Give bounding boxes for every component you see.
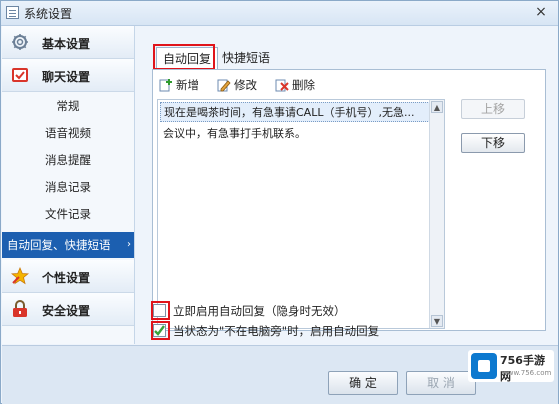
- cancel-button[interactable]: 取 消: [406, 371, 476, 395]
- highlight-box-tab: [153, 44, 215, 70]
- ok-button[interactable]: 确 定: [328, 371, 398, 395]
- tab-quick-phrases[interactable]: 快捷短语: [216, 47, 276, 69]
- star-icon: [11, 267, 29, 285]
- edit-label: 修改: [234, 78, 257, 92]
- window-title: 系统设置: [24, 7, 73, 21]
- close-button[interactable]: ×: [533, 4, 549, 20]
- sidebar-item-security[interactable]: 安全设置: [2, 293, 134, 326]
- edit-button[interactable]: 修改: [217, 76, 257, 94]
- sidebar-item-auto-reply[interactable]: 自动回复、快捷短语 ›: [2, 232, 134, 258]
- add-label: 新增: [176, 78, 199, 92]
- not-at-pc-label: 当状态为"不在电脑旁"时，启用自动回复: [173, 324, 380, 338]
- sidebar-item-general[interactable]: 常规: [2, 93, 134, 119]
- sidebar-item-personal[interactable]: 个性设置: [2, 260, 134, 293]
- highlight-box-checkbox-2: [151, 321, 170, 340]
- sidebar-chat-label: 聊天设置: [42, 70, 91, 84]
- settings-window: 系统设置 × 基本设置 聊天设置 常规 语音视频 消息提醒 消息记录 文件记录 …: [0, 0, 559, 404]
- sidebar-item-file-history[interactable]: 文件记录: [2, 201, 134, 227]
- move-up-button[interactable]: 上移: [461, 99, 525, 119]
- auto-reply-panel: 新增 修改 删除 现在是喝茶时间，有急事请CALL（手机号）,无急... 会议中…: [152, 69, 546, 331]
- sidebar-item-chat[interactable]: 聊天设置: [2, 59, 134, 92]
- chat-settings-icon: [12, 68, 28, 82]
- sidebar: 基本设置 聊天设置 常规 语音视频 消息提醒 消息记录 文件记录 自动回复、快捷…: [2, 26, 135, 344]
- scroll-down-icon[interactable]: ▼: [431, 315, 443, 327]
- main-panel: 自动回复 快捷短语 新增 修改 删除 现在是喝茶时间，有急事请CALL（手机号）…: [141, 26, 557, 344]
- reply-list[interactable]: 现在是喝茶时间，有急事请CALL（手机号）,无急... 会议中，有急事打手机联系…: [157, 99, 445, 329]
- watermark-url: www.756.com: [502, 369, 552, 377]
- list-scrollbar[interactable]: ▲ ▼: [429, 100, 444, 328]
- sidebar-personal-label: 个性设置: [42, 271, 91, 285]
- list-item[interactable]: 现在是喝茶时间，有急事请CALL（手机号）,无急...: [160, 102, 430, 122]
- scroll-up-icon[interactable]: ▲: [431, 101, 443, 113]
- sidebar-item-notifications[interactable]: 消息提醒: [2, 147, 134, 173]
- move-down-button[interactable]: 下移: [461, 133, 525, 153]
- edit-icon: [217, 79, 231, 92]
- list-item[interactable]: 会议中，有急事打手机联系。: [160, 124, 430, 144]
- chevron-right-icon: ›: [127, 239, 131, 250]
- enable-now-label: 立即启用自动回复（隐身时无效）: [173, 304, 346, 318]
- highlight-box-checkbox-1: [151, 301, 170, 320]
- sidebar-item-message-history[interactable]: 消息记录: [2, 174, 134, 200]
- sidebar-item-basic[interactable]: 基本设置: [2, 26, 134, 59]
- sidebar-security-label: 安全设置: [42, 304, 91, 318]
- watermark-logo-icon: [471, 353, 497, 379]
- sidebar-basic-label: 基本设置: [42, 37, 91, 51]
- add-icon: [159, 79, 172, 92]
- watermark-brand: 756手游网: [500, 354, 545, 383]
- delete-label: 删除: [292, 78, 315, 92]
- watermark: 756手游网 www.756.com: [468, 350, 554, 383]
- add-button[interactable]: 新增: [159, 76, 199, 94]
- sidebar-auto-reply-label: 自动回复、快捷短语: [7, 238, 111, 252]
- delete-icon: [275, 79, 289, 92]
- lock-icon: [13, 300, 27, 317]
- title-bar: 系统设置 ×: [1, 1, 558, 26]
- settings-window-icon: [6, 6, 19, 19]
- gear-icon: [12, 34, 28, 50]
- sidebar-item-voice-video[interactable]: 语音视频: [2, 120, 134, 146]
- delete-button[interactable]: 删除: [275, 76, 315, 94]
